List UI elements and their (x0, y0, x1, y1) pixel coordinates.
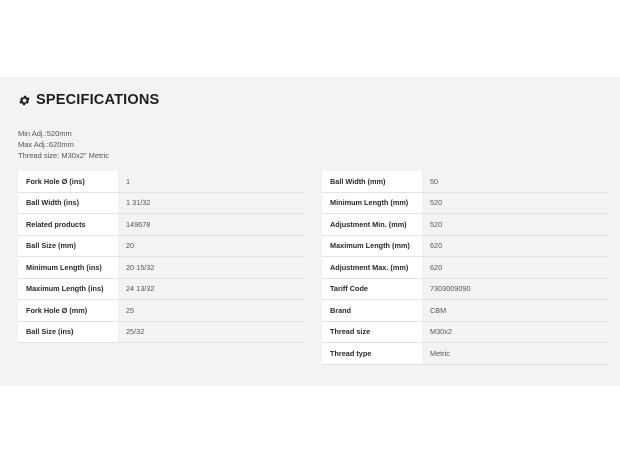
spec-row: Adjustment Max. (mm) 620 (322, 257, 608, 279)
spec-row: Tariff Code 7303009090 (322, 278, 608, 300)
spec-label: Ball Width (ins) (18, 192, 118, 213)
gear-icon (19, 95, 30, 105)
spec-value: 50 (422, 171, 608, 192)
spec-label: Minimum Length (mm) (322, 192, 422, 213)
spec-label: Tariff Code (322, 278, 422, 299)
spec-label: Fork Hole Ø (mm) (18, 300, 118, 321)
spec-value: 149678 (118, 214, 304, 235)
spec-label: Ball Size (ins) (18, 321, 118, 342)
spec-value: Metric (422, 343, 608, 364)
spec-value: 620 (422, 257, 608, 278)
note-max-adj: Max Adj.:620mm (18, 140, 74, 149)
section-title: SPECIFICATIONS (36, 92, 160, 108)
spec-row: Brand CBM (322, 300, 608, 322)
spec-value: 25/32 (118, 321, 304, 342)
spec-value: 20 (118, 235, 304, 256)
spec-row: Maximum Length (ins) 24 13/32 (18, 278, 304, 300)
spec-label: Maximum Length (mm) (322, 235, 422, 256)
spec-row: Maximum Length (mm) 620 (322, 235, 608, 257)
spec-row: Ball Size (ins) 25/32 (18, 321, 304, 343)
spec-label: Thread size (322, 321, 422, 342)
spec-row: Ball Width (ins) 1 31/32 (18, 192, 304, 214)
section-heading: SPECIFICATIONS (18, 90, 159, 110)
spec-value: 1 (118, 171, 304, 192)
spec-table-right: Ball Width (mm) 50 Minimum Length (mm) 520… (322, 171, 608, 365)
spec-label: Ball Size (mm) (18, 235, 118, 256)
spec-row: Thread size M30x2 (322, 321, 608, 343)
spec-label: Ball Width (mm) (322, 171, 422, 192)
spec-row: Adjustment Min. (mm) 520 (322, 214, 608, 236)
spec-label: Fork Hole Ø (ins) (18, 171, 118, 192)
spec-value: 1 31/32 (118, 192, 304, 213)
spec-value: 24 13/32 (118, 278, 304, 299)
spec-value: 520 (422, 192, 608, 213)
spec-table-left: Fork Hole Ø (ins) 1 Ball Width (ins) 1 31/… (18, 171, 304, 343)
note-thread-size: Thread size: M30x2" Metric (18, 151, 110, 160)
spec-notes: Min Adj.:520mm Max Adj.:620mm Thread siz… (18, 128, 109, 161)
spec-row: Ball Size (mm) 20 (18, 235, 304, 257)
spec-value: 7303009090 (422, 278, 608, 299)
spec-label: Related products (18, 214, 118, 235)
spec-row: Minimum Length (mm) 520 (322, 192, 608, 214)
spec-row: Fork Hole Ø (ins) 1 (18, 171, 304, 193)
spec-value: 620 (422, 235, 608, 256)
spec-value: M30x2 (422, 321, 608, 342)
spec-label: Thread type (322, 343, 422, 364)
spec-label: Adjustment Max. (mm) (322, 257, 422, 278)
spec-row: Related products 149678 (18, 214, 304, 236)
spec-label: Minimum Length (ins) (18, 257, 118, 278)
spec-value: 25 (118, 300, 304, 321)
spec-value: CBM (422, 300, 608, 321)
spec-row: Fork Hole Ø (mm) 25 (18, 300, 304, 322)
spec-label: Maximum Length (ins) (18, 278, 118, 299)
spec-value: 20 15/32 (118, 257, 304, 278)
spec-row: Ball Width (mm) 50 (322, 171, 608, 193)
spec-label: Brand (322, 300, 422, 321)
spec-value: 520 (422, 214, 608, 235)
spec-row: Thread type Metric (322, 343, 608, 365)
note-min-adj: Min Adj.:520mm (18, 129, 72, 138)
spec-label: Adjustment Min. (mm) (322, 214, 422, 235)
spec-row: Minimum Length (ins) 20 15/32 (18, 257, 304, 279)
